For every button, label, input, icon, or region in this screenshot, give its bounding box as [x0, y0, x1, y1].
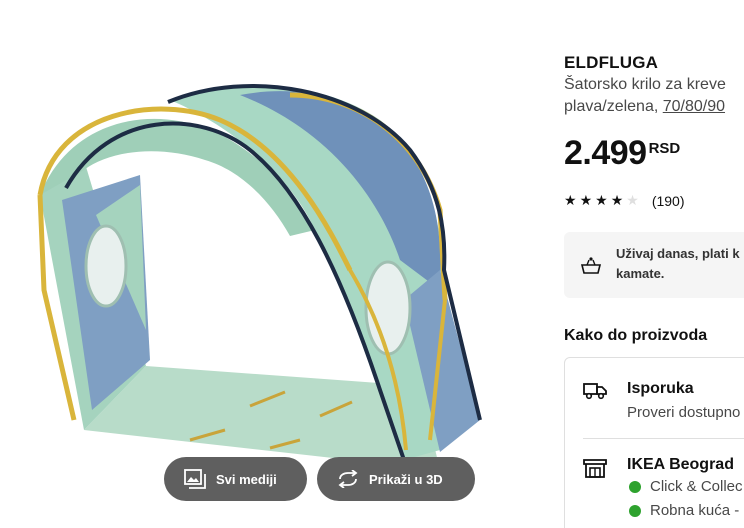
star-empty-icon: ★ [626, 192, 642, 208]
click-collect-status: Click & Collec [609, 478, 743, 495]
store-stock-status: Robna kuća - [609, 502, 739, 519]
gallery-icon [184, 469, 206, 489]
star-icon: ★ [595, 192, 611, 208]
rotate-3d-icon [337, 470, 359, 488]
click-collect-label: Click & Collec [650, 478, 743, 495]
rating[interactable]: ★ ★ ★ ★ ★ (190) [564, 192, 685, 209]
product-description: Šatorsko krilo za kreve plava/zelena, 70… [564, 74, 726, 118]
delivery-check-link[interactable]: Proveri dostupno [627, 404, 740, 421]
payment-icon [580, 256, 602, 280]
store-icon [583, 458, 607, 483]
view-3d-button[interactable]: Prikaži u 3D [317, 457, 475, 501]
view-3d-label: Prikaži u 3D [369, 471, 443, 487]
product-name: ELDFLUGA [564, 53, 659, 72]
description-line-1: Šatorsko krilo za kreve [564, 76, 726, 93]
availability-box: Isporuka Proveri dostupno IKEA Beograd C… [564, 357, 744, 528]
price-currency: RSD [648, 140, 681, 157]
product-info-panel: ELDFLUGA Šatorsko krilo za kreve plava/z… [564, 0, 744, 528]
payment-text-1: Uživaj danas, plati k [616, 246, 740, 261]
store-stock-label: Robna kuća - [650, 502, 740, 519]
status-dot [629, 480, 641, 493]
rating-count: (190) [651, 192, 685, 209]
delivery-title: Isporuka [627, 380, 694, 397]
product-image[interactable] [0, 0, 540, 528]
description-color: plava/zelena, [564, 98, 663, 115]
rating-stars: ★ ★ ★ ★ ★ [564, 192, 642, 209]
availability-heading: Kako do proizvoda [564, 327, 708, 344]
payment-text-2: kamate. [616, 266, 665, 281]
star-icon: ★ [579, 192, 596, 208]
product-price: 2.499 RSD [564, 134, 680, 173]
star-icon: ★ [564, 192, 580, 208]
divider [583, 438, 744, 439]
store-title: IKEA Beograd [627, 456, 734, 473]
price-amount: 2.499 [564, 134, 647, 172]
all-media-label: Svi mediji [216, 471, 277, 487]
product-gallery: Svi mediji Prikaži u 3D [0, 0, 540, 528]
truck-icon [583, 382, 607, 405]
payment-info-box[interactable]: Uživaj danas, plati k kamate. [564, 232, 744, 298]
star-icon: ★ [610, 192, 627, 208]
description-line-2: plava/zelena, 70/80/90 [564, 96, 726, 118]
all-media-button[interactable]: Svi mediji [164, 457, 307, 501]
status-dot [629, 504, 641, 517]
size-link[interactable]: 70/80/90 [663, 98, 725, 115]
